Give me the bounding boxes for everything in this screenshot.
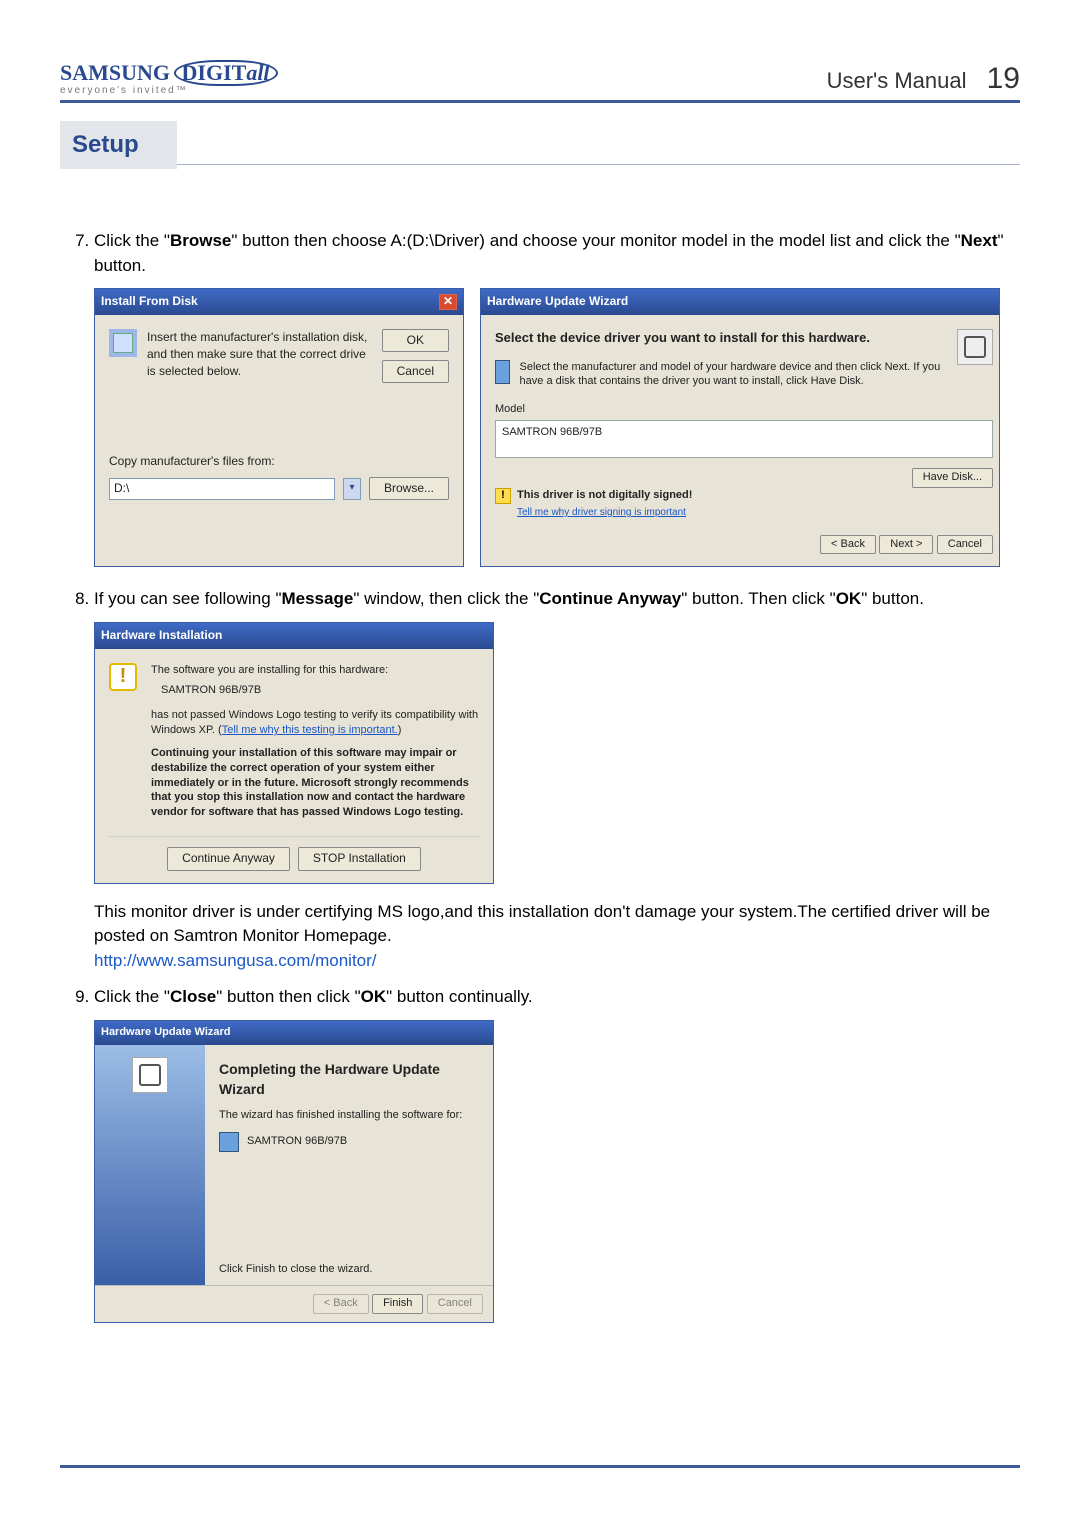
step-7: Click the "Browse" button then choose A:… <box>94 229 1020 567</box>
next-button[interactable]: Next > <box>879 535 933 555</box>
cancel-button[interactable]: Cancel <box>937 535 993 555</box>
dialog-hardware-update-wizard: Hardware Update Wizard Select the device… <box>480 288 1000 567</box>
dialog-hardware-installation: Hardware Installation ! The software you… <box>94 622 494 883</box>
step-9: Click the "Close" button then click "OK"… <box>94 985 1020 1323</box>
stop-installation-button[interactable]: STOP Installation <box>298 847 421 870</box>
browse-button[interactable]: Browse... <box>369 477 449 500</box>
wizard-subtext: Select the manufacturer and model of you… <box>520 360 957 389</box>
step8-note: This monitor driver is under certifying … <box>94 900 1020 949</box>
model-label: Model <box>495 402 993 418</box>
logo-text-b: DIGIT <box>182 60 247 85</box>
warning-icon: ! <box>495 488 511 504</box>
section-tab-setup: Setup <box>60 121 177 169</box>
cancel-button[interactable]: Cancel <box>382 360 449 383</box>
wizard-heading: Select the device driver you want to ins… <box>495 329 993 348</box>
chevron-down-icon[interactable]: ▾ <box>343 478 361 500</box>
dialog-install-from-disk: Install From Disk ✕ Insert the manufactu… <box>94 288 464 567</box>
model-list[interactable]: SAMTRON 96B/97B <box>495 420 993 458</box>
signing-info-link[interactable]: Tell me why driver signing is important <box>517 506 993 521</box>
dialog-title: Hardware Update Wizard <box>101 1025 231 1041</box>
monitor-icon <box>495 360 510 384</box>
dialog-title: Hardware Update Wizard <box>487 293 628 310</box>
dialog-title: Install From Disk <box>101 293 198 310</box>
install-model: SAMTRON 96B/97B <box>161 683 479 698</box>
dialog-completing-wizard: Hardware Update Wizard Completing the Ha… <box>94 1020 494 1323</box>
cancel-button: Cancel <box>427 1294 483 1314</box>
completing-heading: Completing the Hardware Update Wizard <box>219 1059 479 1100</box>
brand-logo: SAMSUNG DIGITall everyone's invited™ <box>60 60 278 96</box>
floppy-disk-icon <box>109 329 137 357</box>
logo-text-a: SAMSUNG <box>60 60 170 85</box>
monitor-icon <box>219 1132 239 1152</box>
finish-button[interactable]: Finish <box>372 1294 423 1314</box>
footer-rule <box>60 1465 1020 1468</box>
completing-sub: The wizard has finished installing the s… <box>219 1108 479 1124</box>
logo-tagline: everyone's invited™ <box>60 86 278 96</box>
logo-text-c: all <box>246 60 269 85</box>
install-line1: The software you are installing for this… <box>151 663 479 678</box>
step-8: If you can see following "Message" windo… <box>94 587 1020 973</box>
homepage-link[interactable]: http://www.samsungusa.com/monitor/ <box>94 951 377 970</box>
install-warning-bold: Continuing your installation of this sof… <box>151 746 479 820</box>
section-rule <box>177 164 1020 165</box>
wizard-icon <box>132 1057 168 1093</box>
ok-button[interactable]: OK <box>382 329 449 352</box>
drive-combo[interactable]: D:\ <box>109 478 335 500</box>
wizard-side-graphic <box>95 1045 205 1285</box>
warning-icon: ! <box>109 663 137 691</box>
copy-from-label: Copy manufacturer's files from: <box>109 453 449 470</box>
back-button[interactable]: < Back <box>820 535 876 555</box>
dialog-title: Hardware Installation <box>101 627 222 644</box>
manual-title: User's Manual 19 <box>827 62 1020 96</box>
install-line2: has not passed Windows Logo testing to v… <box>151 708 479 738</box>
wizard-icon <box>957 329 993 365</box>
completing-model: SAMTRON 96B/97B <box>247 1134 347 1150</box>
install-instruction: Insert the manufacturer's installation d… <box>147 329 372 381</box>
back-button: < Back <box>313 1294 369 1314</box>
close-icon[interactable]: ✕ <box>439 294 457 310</box>
section-header-row: Setup <box>60 121 1020 169</box>
page-header: SAMSUNG DIGITall everyone's invited™ Use… <box>60 60 1020 103</box>
page-number: 19 <box>987 62 1020 95</box>
testing-info-link[interactable]: Tell me why this testing is important. <box>222 724 398 736</box>
unsigned-warning: This driver is not digitally signed! <box>517 488 692 504</box>
have-disk-button[interactable]: Have Disk... <box>912 468 993 488</box>
continue-anyway-button[interactable]: Continue Anyway <box>167 847 290 870</box>
finish-instruction: Click Finish to close the wizard. <box>219 1262 479 1278</box>
